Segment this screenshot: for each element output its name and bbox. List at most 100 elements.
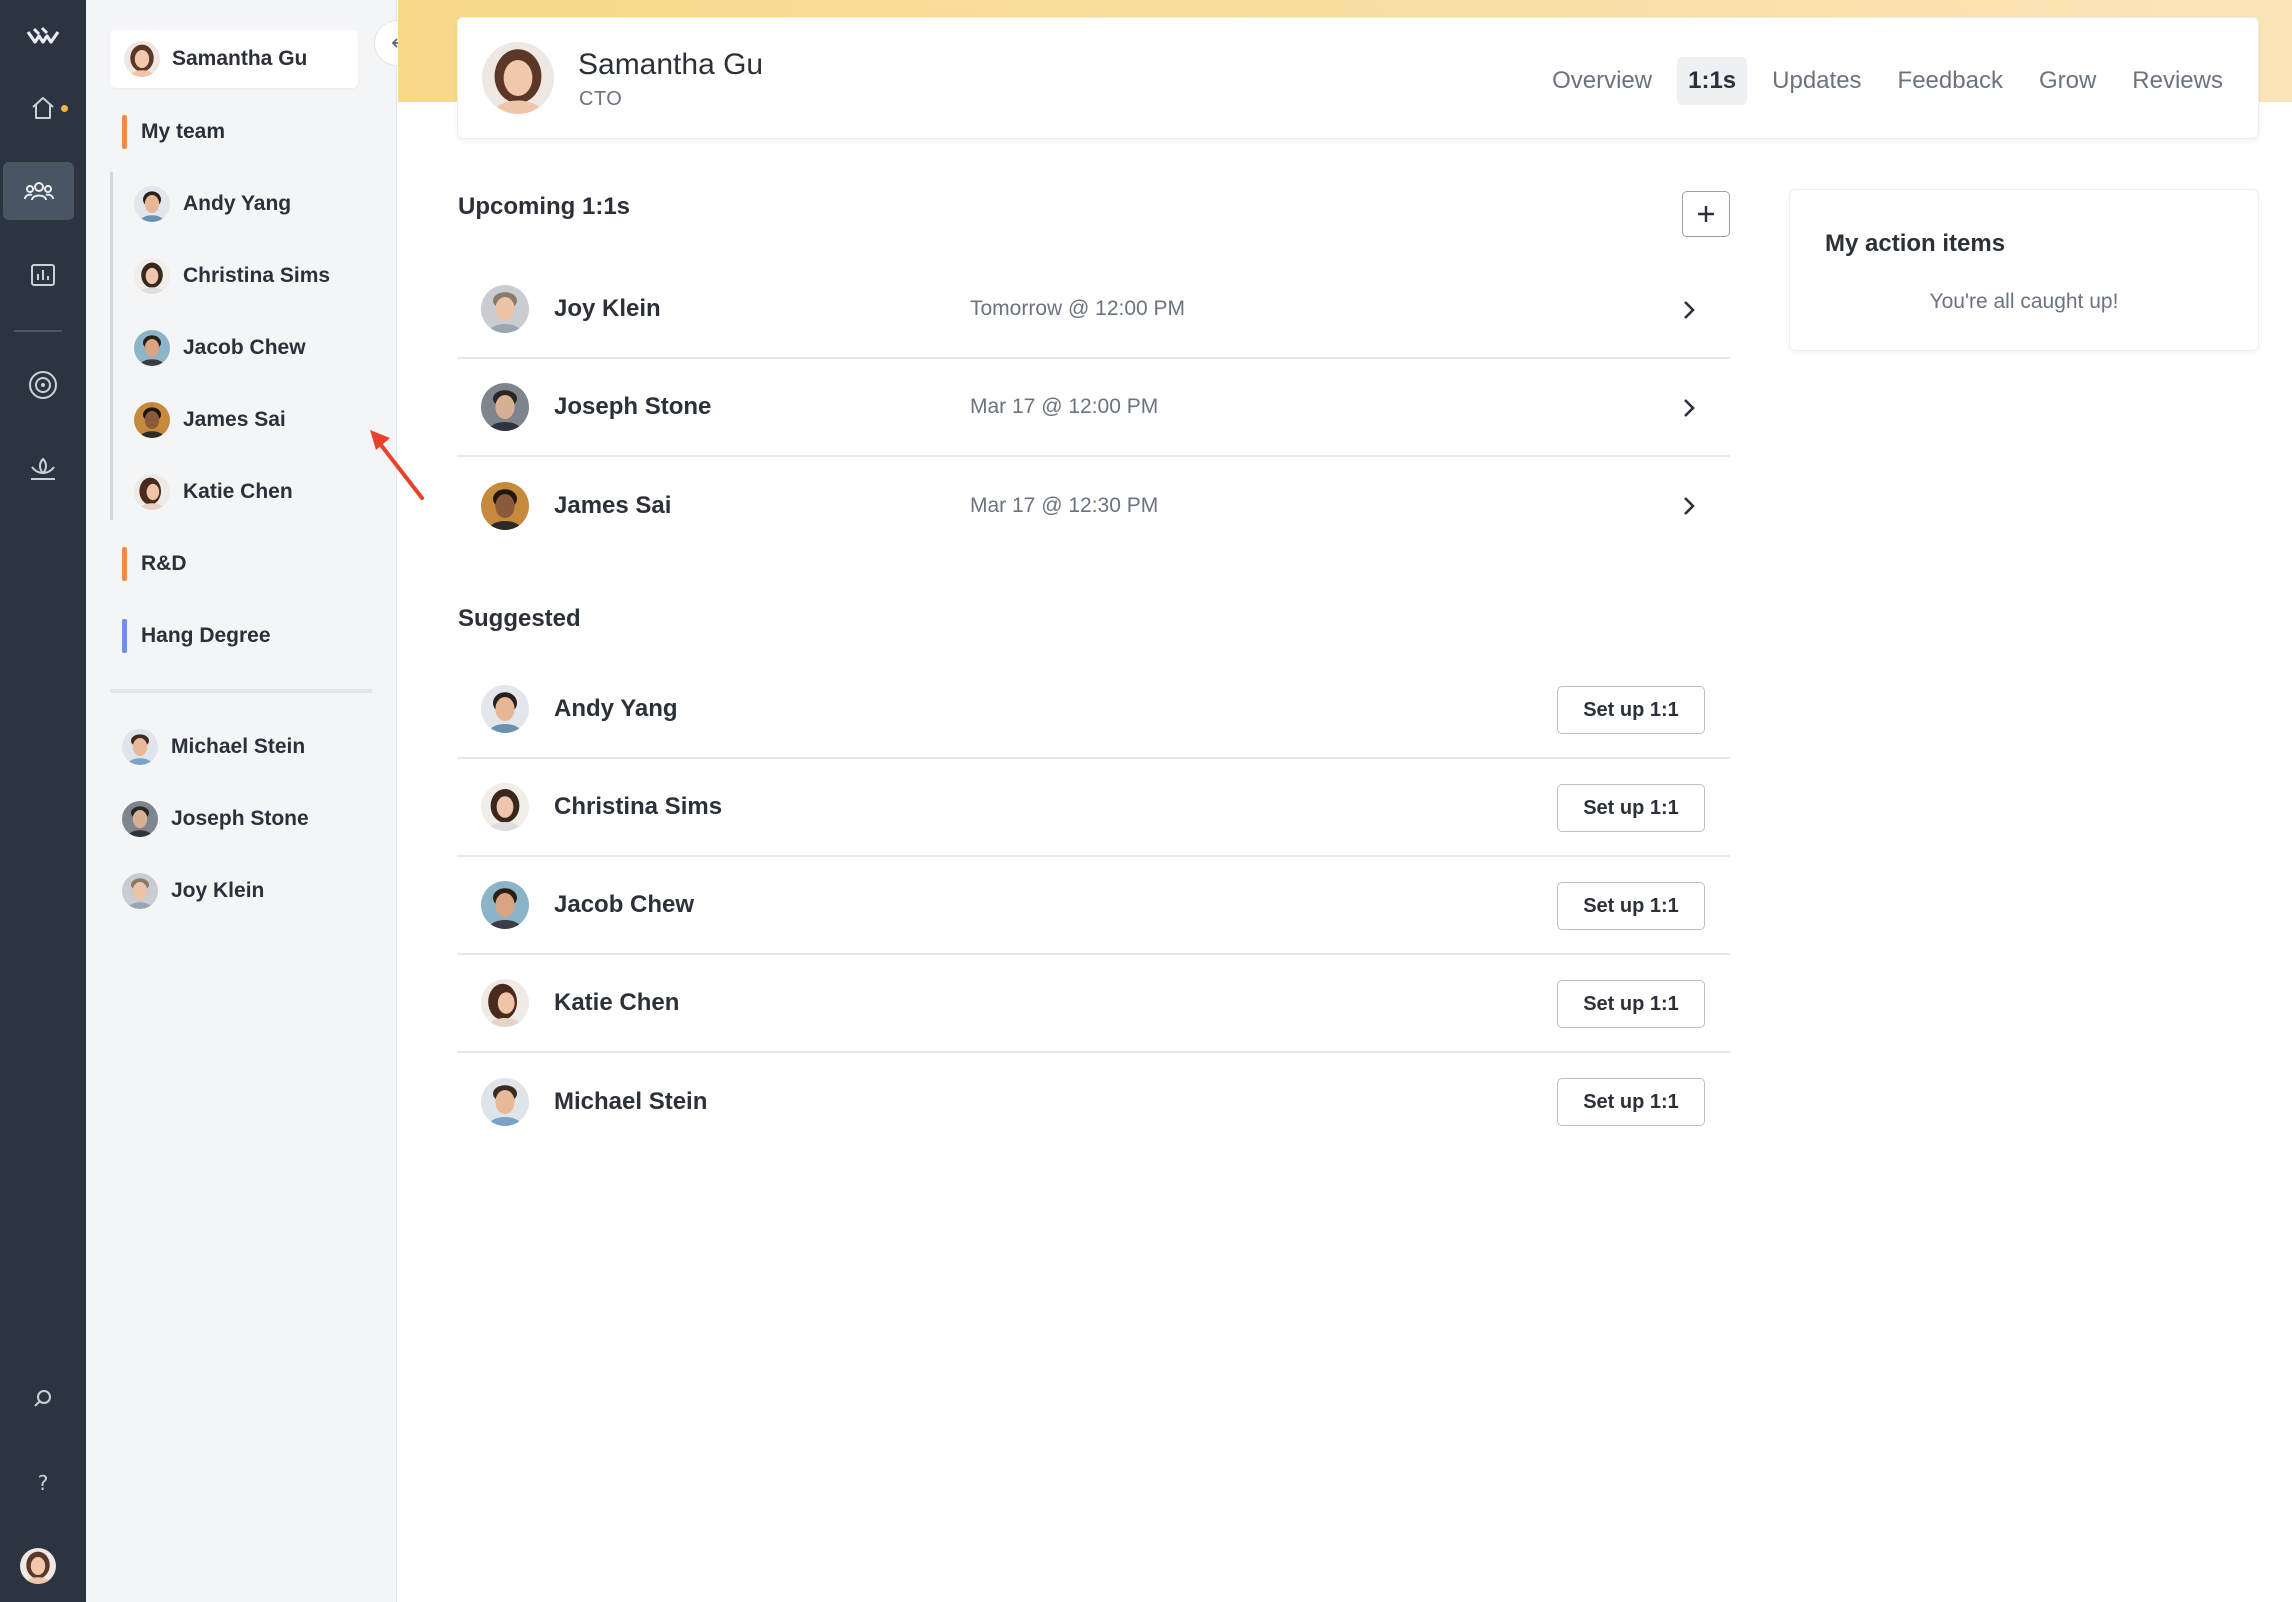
avatar: [134, 186, 170, 222]
avatar: [481, 285, 529, 333]
member-name: Andy Yang: [183, 192, 292, 215]
sidebar-item-christina-sims[interactable]: Christina Sims: [134, 256, 330, 296]
tab-grow[interactable]: Grow: [2028, 57, 2107, 105]
rail-divider: [14, 330, 62, 332]
person-name: James Sai: [554, 492, 672, 519]
group-my-team[interactable]: My team: [122, 115, 225, 149]
avatar: [481, 383, 529, 431]
current-user-name: Samantha Gu: [172, 47, 308, 70]
person-name: Joy Klein: [554, 295, 661, 322]
profile-tabs: Overview 1:1s Updates Feedback Grow Revi…: [1541, 57, 2234, 105]
avatar: [124, 41, 160, 77]
member-name: Joy Klein: [171, 879, 265, 902]
sidebar-item-michael-stein[interactable]: Michael Stein: [122, 727, 305, 767]
avatar: [482, 42, 554, 114]
person-name: Andy Yang: [554, 695, 678, 722]
role-label: CTO: [579, 88, 623, 110]
group-label: R&D: [141, 552, 187, 575]
group-color-bar: [122, 115, 127, 149]
group-rnd[interactable]: R&D: [122, 547, 187, 581]
member-name: Jacob Chew: [183, 336, 306, 359]
meeting-time: Tomorrow @ 12:00 PM: [970, 297, 1186, 320]
tab-overview[interactable]: Overview: [1541, 57, 1663, 105]
avatar: [134, 402, 170, 438]
team-sidebar: Samantha Gu My team Andy Yang Christina …: [86, 0, 424, 1602]
sidebar-divider: [110, 689, 372, 693]
person-name: Michael Stein: [554, 1088, 708, 1115]
member-name: Michael Stein: [171, 735, 306, 758]
upcoming-row[interactable]: Joseph Stone Mar 17 @ 12:00 PM: [457, 359, 1730, 457]
chevron-right-icon: [1684, 399, 1695, 417]
target-icon[interactable]: [0, 356, 86, 414]
tab-reviews[interactable]: Reviews: [2121, 57, 2234, 105]
member-name: Joseph Stone: [171, 807, 309, 830]
member-name: Katie Chen: [183, 480, 293, 503]
meeting-time: Mar 17 @ 12:00 PM: [970, 395, 1159, 418]
team-icon[interactable]: [3, 162, 74, 220]
suggested-row: Katie Chen Set up 1:1: [457, 955, 1730, 1053]
avatar: [481, 979, 529, 1027]
upcoming-row[interactable]: James Sai Mar 17 @ 12:30 PM: [457, 457, 1730, 555]
page-title: Samantha Gu: [578, 48, 764, 81]
profile-header: Samantha Gu CTO Overview 1:1s Updates Fe…: [457, 17, 2259, 139]
avatar: [122, 801, 158, 837]
set-up-one-on-one-button[interactable]: Set up 1:1: [1557, 882, 1705, 930]
sidebar-item-jacob-chew[interactable]: Jacob Chew: [134, 328, 306, 368]
growth-icon[interactable]: [0, 440, 86, 498]
member-name: James Sai: [183, 408, 286, 431]
upcoming-row[interactable]: Joy Klein Tomorrow @ 12:00 PM: [457, 261, 1730, 359]
sidebar-item-james-sai[interactable]: James Sai: [134, 400, 286, 440]
avatar: [481, 685, 529, 733]
suggested-row: Christina Sims Set up 1:1: [457, 759, 1730, 857]
avatar: [481, 1078, 529, 1126]
action-items-empty-message: You're all caught up!: [1929, 290, 2119, 313]
avatar[interactable]: [20, 1548, 56, 1584]
action-items-card: My action items You're all caught up!: [1789, 189, 2259, 351]
home-icon[interactable]: [0, 79, 86, 137]
suggested-row: Jacob Chew Set up 1:1: [457, 857, 1730, 955]
action-items-title: My action items: [1825, 230, 2006, 257]
group-color-bar: [122, 619, 127, 653]
sidebar-item-katie-chen[interactable]: Katie Chen: [134, 472, 293, 512]
sidebar-item-andy-yang[interactable]: Andy Yang: [134, 184, 291, 224]
tab-feedback[interactable]: Feedback: [1887, 57, 2014, 105]
suggested-row: Michael Stein Set up 1:1: [457, 1053, 1730, 1151]
group-color-bar: [122, 547, 127, 581]
notification-dot: [61, 105, 68, 112]
plus-icon: [1698, 206, 1714, 222]
set-up-one-on-one-button[interactable]: Set up 1:1: [1557, 1078, 1705, 1126]
group-label: My team: [141, 120, 226, 143]
meeting-time: Mar 17 @ 12:30 PM: [970, 494, 1159, 517]
team-tree-line: [110, 172, 113, 520]
member-name: Christina Sims: [183, 264, 331, 287]
sidebar-item-joy-klein[interactable]: Joy Klein: [122, 871, 264, 911]
current-user-chip[interactable]: Samantha Gu: [110, 30, 358, 88]
avatar: [134, 258, 170, 294]
tab-one-on-ones[interactable]: 1:1s: [1677, 57, 1748, 105]
annotation-arrow: [370, 430, 424, 500]
add-one-on-one-button[interactable]: [1682, 191, 1730, 237]
avatar: [134, 330, 170, 366]
set-up-one-on-one-button[interactable]: Set up 1:1: [1557, 686, 1705, 734]
search-icon[interactable]: [0, 1370, 86, 1428]
upcoming-title: Upcoming 1:1s: [458, 193, 631, 220]
icon-rail: ?: [0, 0, 86, 1602]
avatar: [481, 881, 529, 929]
person-name: Katie Chen: [554, 989, 680, 1016]
avatar: [122, 729, 158, 765]
chart-icon[interactable]: [0, 246, 86, 304]
avatar: [481, 482, 529, 530]
avatar: [122, 873, 158, 909]
suggested-row: Andy Yang Set up 1:1: [457, 661, 1730, 759]
set-up-one-on-one-button[interactable]: Set up 1:1: [1557, 784, 1705, 832]
set-up-one-on-one-button[interactable]: Set up 1:1: [1557, 980, 1705, 1028]
avatar: [134, 474, 170, 510]
chevron-right-icon: [1684, 497, 1695, 515]
tab-updates[interactable]: Updates: [1761, 57, 1872, 105]
logo-icon[interactable]: [0, 8, 86, 66]
sidebar-item-joseph-stone[interactable]: Joseph Stone: [122, 799, 309, 839]
group-hang-degree[interactable]: Hang Degree: [122, 619, 271, 653]
chevron-right-icon: [1684, 301, 1695, 319]
help-icon[interactable]: ?: [0, 1454, 86, 1512]
person-name: Jacob Chew: [554, 891, 695, 918]
